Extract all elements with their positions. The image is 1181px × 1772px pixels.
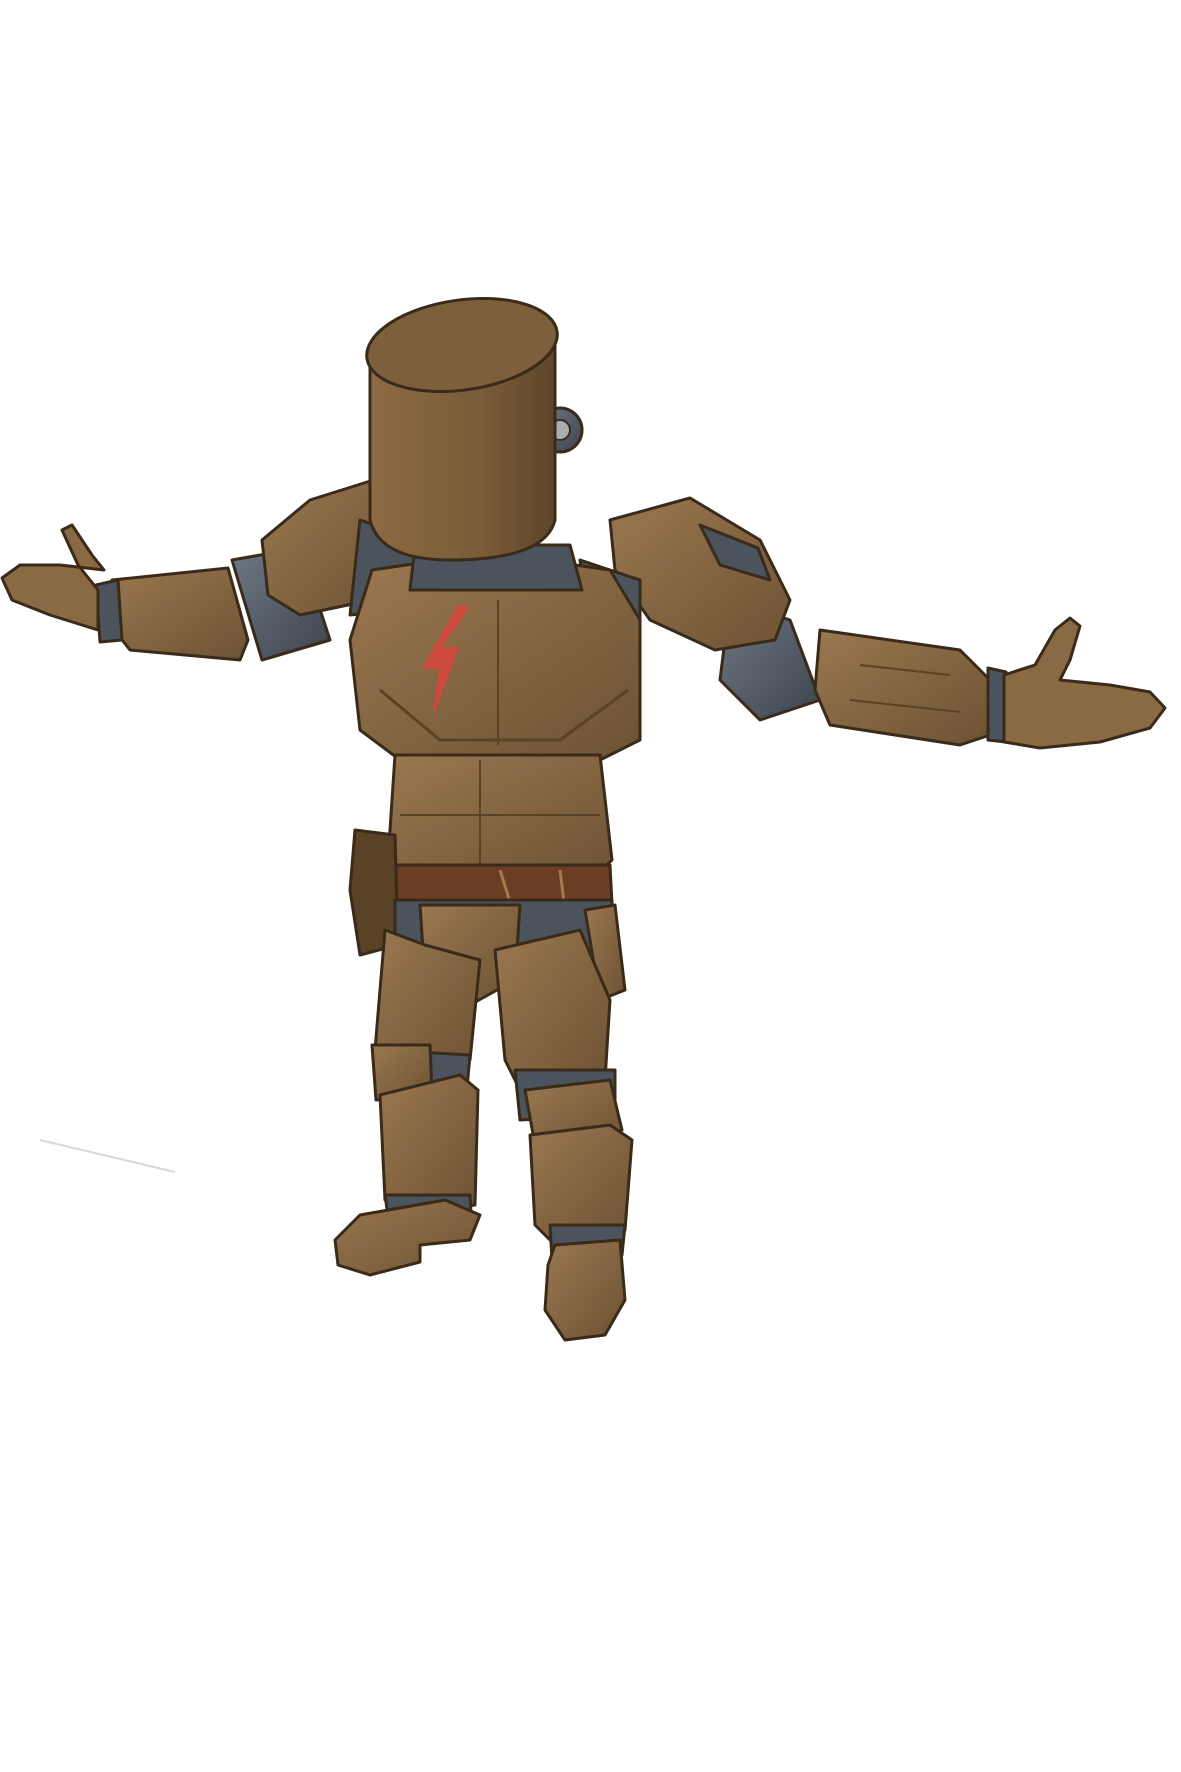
right-boot [543,1238,627,1342]
robot-scene [0,296,1167,1342]
left-forearm-armor [106,566,250,662]
head [365,296,584,562]
right-shin [528,1123,634,1242]
right-hand [1002,616,1167,750]
torso [348,543,642,882]
ground-shadow [39,1139,176,1173]
abdomen-plate [386,753,614,882]
left-hand [0,523,106,632]
left-boot [333,1198,482,1277]
right-arm [718,598,1167,750]
right-forearm-armor [813,628,992,747]
left-wrist [94,578,124,644]
left-leg [333,928,482,1277]
